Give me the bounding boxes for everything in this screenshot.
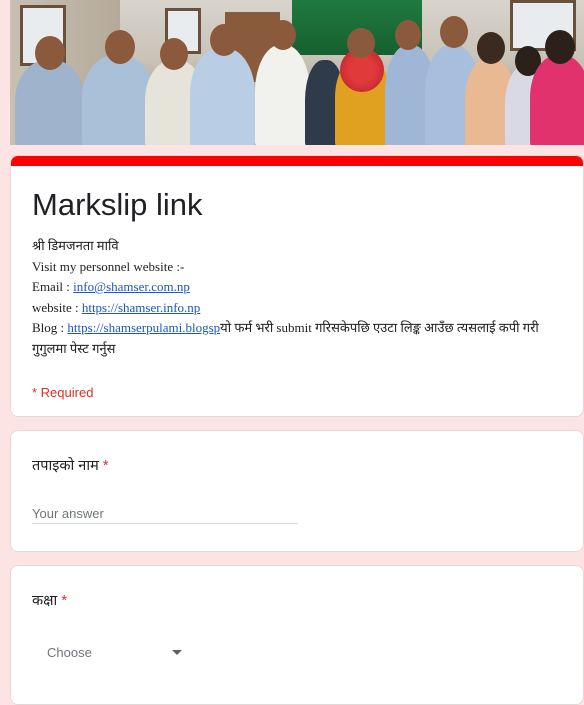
dropdown-selected-value: Choose — [47, 644, 92, 660]
question-card-name: तपाइको नाम * — [10, 430, 584, 552]
website-line: website : https://shamser.info.np — [32, 299, 201, 315]
name-answer-input[interactable] — [32, 503, 298, 524]
header-accent-bar — [11, 156, 583, 166]
required-asterisk: * — [61, 593, 67, 609]
question-label-name: तपाइको नाम * — [32, 458, 109, 474]
form-title: Markslip link — [32, 187, 203, 222]
email-line: Email : info@shamser.com.np — [32, 279, 190, 294]
blog-line: Blog : https://shamserpulami.blogspयो फर… — [32, 320, 539, 356]
website-link[interactable]: https://shamser.info.np — [82, 300, 200, 315]
header-banner-image — [10, 0, 584, 145]
school-name: श्री डिमजनता मावि — [32, 238, 119, 253]
question-label-class: कक्षा * — [32, 593, 67, 609]
question-card-class: कक्षा * Choose — [10, 565, 584, 705]
dropdown-arrow-icon — [172, 649, 182, 655]
required-note: * Required — [32, 385, 94, 400]
blog-link[interactable]: https://shamserpulami.blogsp — [67, 320, 220, 335]
form-header-card: Markslip link श्री डिमजनता मावि Visit my… — [10, 155, 584, 417]
website-intro: Visit my personnel website :- — [32, 258, 185, 274]
class-dropdown[interactable]: Choose — [32, 638, 182, 666]
required-asterisk: * — [102, 458, 109, 474]
form-description: श्री डिमजनता मावि Visit my personnel web… — [32, 236, 559, 359]
email-link[interactable]: info@shamser.com.np — [73, 279, 190, 294]
